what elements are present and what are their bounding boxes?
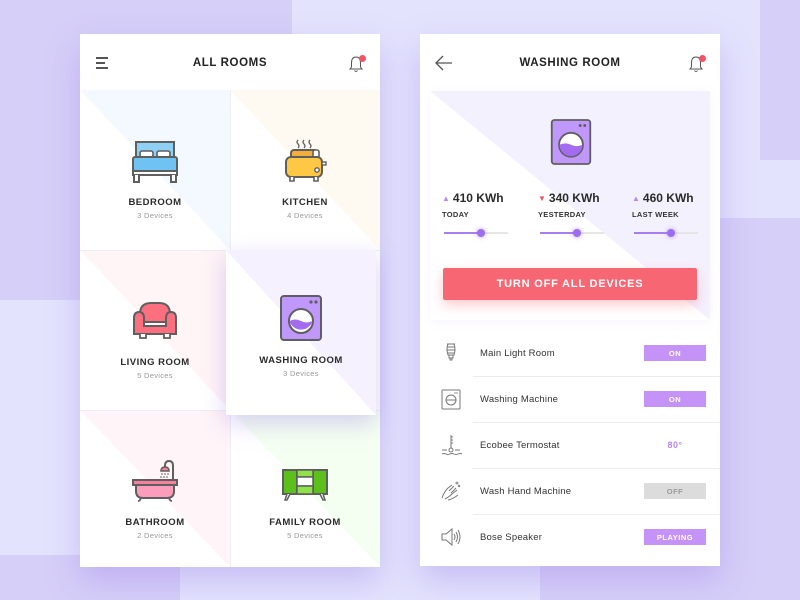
notification-badge (699, 55, 706, 62)
device-row-thermostat: Ecobee Termostat 80° (420, 422, 720, 468)
hand-wash-icon (441, 481, 461, 501)
device-name: Washing Machine (480, 393, 559, 405)
device-name: Main Light Room (480, 347, 555, 359)
stat-today: ▲ 410 KWh TODAY (442, 191, 522, 237)
trend-up-icon: ▲ (632, 193, 640, 203)
room-name: WASHING ROOM (259, 355, 343, 366)
room-card-family-room[interactable]: FAMILY ROOM 5 Devices (230, 410, 380, 567)
stat-value: 460 KWh (642, 191, 694, 205)
device-name: Ecobee Termostat (480, 439, 560, 451)
bell-icon[interactable] (688, 54, 706, 74)
stat-last-week: ▲ 460 KWh LAST WEEK (632, 191, 710, 237)
slider-knob[interactable] (573, 229, 582, 237)
trend-up-icon: ▲ (442, 193, 450, 203)
room-name: BATHROOM (125, 517, 185, 528)
back-arrow-icon[interactable] (434, 54, 454, 72)
thermostat-temperature[interactable]: 80° (644, 437, 706, 453)
room-card-bedroom[interactable]: BEDROOM 3 Devices (80, 90, 230, 250)
all-rooms-screen: ALL ROOMS BEDROOM 3 Devices KITCHEN 4 De… (80, 34, 380, 567)
stat-yesterday: ▼ 340 KWh YESTERDAY (538, 191, 618, 237)
device-toggle[interactable]: ON (644, 391, 706, 407)
device-toggle[interactable]: ON (644, 345, 706, 361)
thermometer-icon (441, 435, 462, 455)
stat-label: TODAY (442, 210, 469, 219)
device-count: 4 Devices (287, 211, 323, 220)
bell-icon[interactable] (348, 54, 366, 74)
device-toggle[interactable]: OFF (644, 483, 706, 499)
room-card-bathroom[interactable]: BATHROOM 2 Devices (80, 410, 230, 567)
room-card-kitchen[interactable]: KITCHEN 4 Devices (230, 90, 380, 250)
device-name: Bose Speaker (480, 531, 543, 543)
device-count: 5 Devices (137, 371, 173, 380)
washing-machine-icon (280, 295, 322, 341)
background-block (760, 0, 800, 160)
page-title: ALL ROOMS (192, 57, 268, 69)
device-count: 5 Devices (287, 531, 323, 540)
stat-value: 340 KWh (548, 191, 600, 205)
room-name: KITCHEN (282, 197, 328, 208)
washing-room-screen: WASHING ROOM ▲ 410 KWh TODAY ▼ 340 KWh YES… (420, 34, 720, 566)
armchair-icon (133, 302, 177, 339)
room-name: BEDROOM (128, 197, 182, 208)
page-title: WASHING ROOM (519, 57, 621, 69)
slider-knob[interactable] (667, 229, 676, 237)
light-bulb-icon (446, 343, 456, 361)
usage-slider[interactable] (634, 229, 698, 237)
device-row-main-light: Main Light Room ON (420, 330, 720, 376)
usage-slider[interactable] (444, 229, 508, 237)
energy-summary-card: ▲ 410 KWh TODAY ▼ 340 KWh YESTERDAY ▲ 460 K… (430, 91, 710, 320)
device-count: 2 Devices (137, 531, 173, 540)
tv-cabinet-icon (282, 469, 328, 501)
notification-badge (359, 55, 366, 62)
speaker-icon (441, 527, 461, 547)
device-row-speaker: Bose Speaker PLAYING (420, 514, 720, 560)
room-name: FAMILY ROOM (269, 517, 341, 528)
top-bar: WASHING ROOM (420, 34, 720, 92)
device-count: 3 Devices (283, 369, 319, 378)
turn-off-all-devices-button[interactable]: TURN OFF ALL DEVICES (443, 268, 697, 300)
device-row-washing-machine: Washing Machine ON (420, 376, 720, 422)
room-card-living-room[interactable]: LIVING ROOM 5 Devices (80, 250, 230, 410)
rooms-grid: BEDROOM 3 Devices KITCHEN 4 Devices LIVI… (80, 90, 380, 567)
stat-value: 410 KWh (452, 191, 504, 205)
stat-label: YESTERDAY (538, 210, 586, 219)
device-count: 3 Devices (137, 211, 173, 220)
room-name: LIVING ROOM (120, 357, 190, 368)
toaster-icon (285, 139, 327, 182)
slider-knob[interactable] (477, 229, 486, 237)
top-bar: ALL ROOMS (80, 34, 380, 92)
washing-machine-icon (550, 119, 592, 165)
device-list: Main Light Room ON Washing Machine ON Ec… (420, 330, 720, 560)
usage-slider[interactable] (540, 229, 604, 237)
stat-label: LAST WEEK (632, 210, 679, 219)
device-name: Wash Hand Machine (480, 485, 572, 497)
washing-machine-icon (441, 389, 461, 410)
trend-down-icon: ▼ (538, 193, 546, 203)
bed-icon (132, 141, 178, 183)
hamburger-icon[interactable] (96, 57, 110, 69)
bathtub-icon (132, 459, 178, 502)
room-card-washing-room[interactable]: WASHING ROOM 3 Devices (226, 250, 376, 415)
device-row-wash-hand: Wash Hand Machine OFF (420, 468, 720, 514)
device-toggle[interactable]: PLAYING (644, 529, 706, 545)
